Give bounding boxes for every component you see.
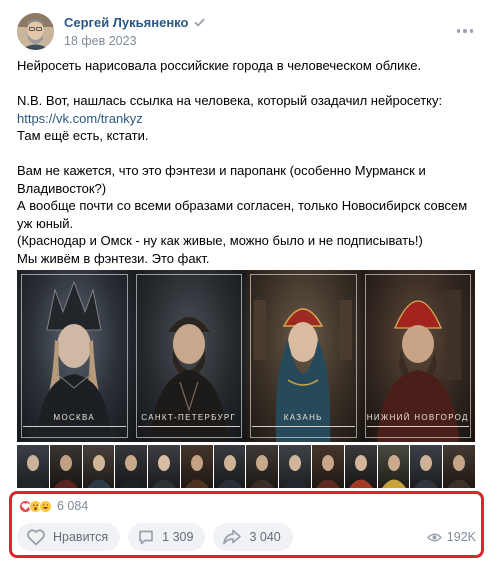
thumbnail[interactable] (115, 445, 148, 488)
shares-count: 3 040 (249, 530, 281, 544)
share-button[interactable]: 3 040 (213, 523, 293, 551)
post-link[interactable]: https://vk.com/trankyz (17, 111, 143, 126)
comment-button[interactable]: 1 309 (128, 523, 206, 551)
thumbnail[interactable] (410, 445, 443, 488)
thumbnail[interactable] (377, 445, 410, 488)
image-caption: НИЖНИЙ НОВГОРОД (366, 413, 469, 422)
comments-count: 1 309 (162, 530, 194, 544)
post-text-line: А вообще почти со всеми образами согласе… (17, 198, 468, 231)
image-caption: КАЗАНЬ (283, 413, 323, 422)
post-text-line: Мы живём в фэнтези. Это факт. (17, 250, 210, 266)
post-text-line: (Краснодар и Омск - ну как живые, можно … (17, 233, 423, 248)
thumbnail[interactable] (312, 445, 344, 488)
post-date[interactable]: 18 фев 2023 (64, 34, 206, 48)
thumbnail[interactable] (443, 445, 475, 488)
thumbnail[interactable] (82, 445, 115, 488)
post-card: Сергей Лукьяненко 18 фев 2023 Нейросеть … (0, 0, 490, 563)
comment-icon (139, 530, 154, 545)
laughing-icon (39, 499, 52, 513)
image-caption: МОСКВА (53, 413, 96, 422)
post-text-line: Вам не кажется, что это фэнтези и паропа… (17, 163, 426, 196)
reactions-count: 6 084 (57, 499, 89, 513)
like-button[interactable]: Нравится (17, 523, 121, 551)
views-counter: 192K (426, 530, 476, 544)
gallery-image-left[interactable]: МОСКВА САНКТ-ПЕТЕРБУРГ (17, 270, 246, 442)
author-name[interactable]: Сергей Лукьяненко (64, 15, 188, 30)
post-text: Нейросеть нарисовала российские города в… (17, 57, 477, 267)
heart-outline-icon (27, 529, 45, 546)
post-text-line: N.B. Вот, нашлась ссылка на человека, ко… (17, 93, 443, 108)
thumbnail[interactable] (148, 445, 180, 488)
thumbnail[interactable] (279, 445, 312, 488)
author-row: Сергей Лукьяненко (64, 15, 206, 30)
verified-icon (193, 16, 206, 29)
avatar[interactable] (17, 12, 54, 50)
thumbnail[interactable] (344, 445, 377, 488)
gallery-image-right[interactable]: КАЗАНЬ НИЖНИЙ НОВГОРОД (246, 270, 475, 442)
photo-gallery: МОСКВА САНКТ-ПЕТЕРБУРГ КАЗАНЬ НИЖНИЙ НОВ… (17, 270, 475, 442)
portrait-panel: НИЖНИЙ НОВГОРОД (360, 270, 475, 442)
thumbnail-strip (17, 445, 475, 488)
post-text-line: Там ещё есть, кстати. (17, 128, 149, 143)
portrait-panel: КАЗАНЬ (246, 270, 361, 442)
post-actions: Нравится 1 309 3 040 (17, 523, 293, 551)
like-button-label: Нравится (53, 530, 109, 544)
portrait-panel: МОСКВА (17, 270, 132, 442)
views-count: 192K (446, 530, 476, 544)
thumbnail[interactable] (49, 445, 82, 488)
post-text-line: Нейросеть нарисовала российские города в… (17, 58, 422, 73)
thumbnail[interactable] (213, 445, 246, 488)
share-icon (223, 529, 242, 545)
thumbnail[interactable] (17, 445, 49, 488)
more-options-icon[interactable] (455, 21, 475, 41)
reactions-summary[interactable]: 6 084 (19, 498, 88, 514)
portrait-panel: САНКТ-ПЕТЕРБУРГ (131, 270, 246, 442)
thumbnail[interactable] (246, 445, 279, 488)
eye-icon (426, 533, 442, 541)
post-header: Сергей Лукьяненко 18 фев 2023 (17, 12, 477, 50)
image-caption: САНКТ-ПЕТЕРБУРГ (141, 413, 237, 422)
thumbnail[interactable] (180, 445, 213, 488)
author-block: Сергей Лукьяненко 18 фев 2023 (64, 15, 206, 48)
